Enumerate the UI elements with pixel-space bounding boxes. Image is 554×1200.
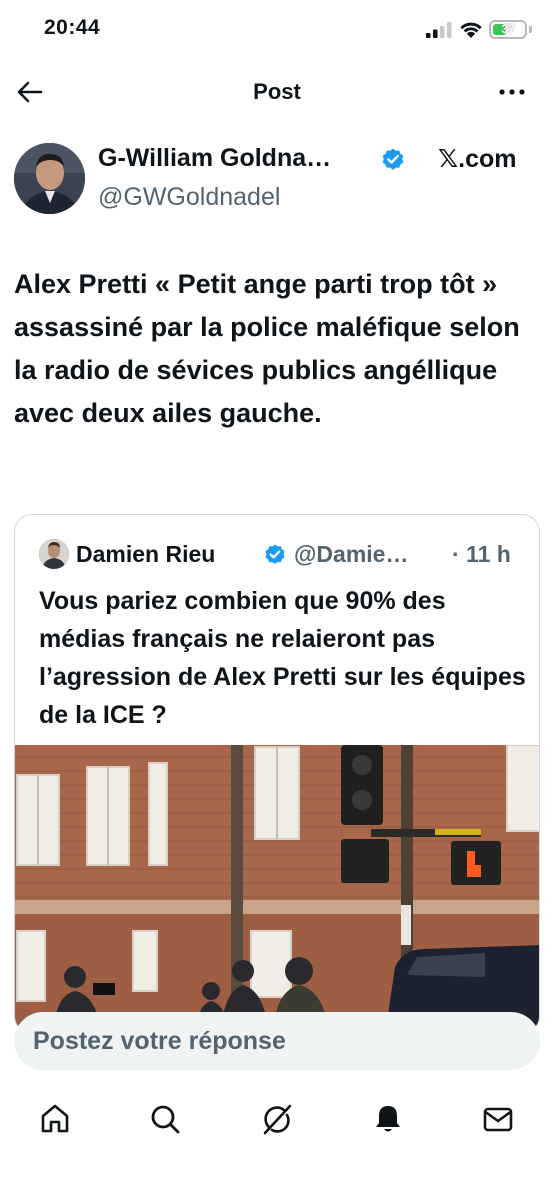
cellular-signal-icon bbox=[426, 22, 452, 38]
battery-icon: 37 bbox=[489, 20, 527, 39]
post-text: Alex Pretti « Petit ange parti trop tôt … bbox=[14, 269, 520, 428]
quote-author-avatar bbox=[39, 539, 69, 569]
quote-media-image[interactable] bbox=[15, 745, 539, 1033]
search-icon bbox=[151, 1105, 180, 1134]
home-icon bbox=[41, 1104, 69, 1133]
source-label: 𝕏.com bbox=[438, 145, 517, 173]
reply-input[interactable]: Postez votre réponse bbox=[14, 1012, 540, 1070]
battery-tip bbox=[529, 26, 532, 33]
status-bar: 20:44 37 bbox=[0, 0, 554, 62]
author-handle[interactable]: @GWGoldnadel bbox=[98, 183, 280, 212]
tab-notifications[interactable] bbox=[366, 1097, 410, 1141]
page-title: Post bbox=[253, 79, 301, 104]
more-horizontal-icon bbox=[499, 89, 525, 95]
author-name[interactable]: G-William Goldna… bbox=[98, 144, 331, 173]
bottom-tab-bar bbox=[0, 1085, 554, 1200]
quote-author-name: Damien Rieu bbox=[76, 541, 216, 567]
verified-badge-icon bbox=[382, 148, 404, 170]
quote-text: Vous pariez combien que 90% des médias f… bbox=[39, 587, 526, 729]
tab-grok[interactable] bbox=[255, 1097, 299, 1141]
nav-header: Post bbox=[0, 62, 554, 122]
more-options-button[interactable] bbox=[494, 76, 530, 108]
quote-timestamp: · 11 h bbox=[452, 541, 511, 567]
status-time: 20:44 bbox=[44, 16, 101, 39]
street-scene-photo bbox=[15, 745, 539, 1033]
quote-avatar-photo bbox=[39, 539, 69, 569]
avatar-photo bbox=[14, 143, 85, 214]
quote-verified-badge-icon bbox=[265, 544, 285, 564]
wifi-icon bbox=[460, 22, 482, 38]
grok-icon bbox=[263, 1104, 292, 1135]
tab-home[interactable] bbox=[33, 1097, 77, 1141]
reply-placeholder: Postez votre réponse bbox=[33, 1027, 286, 1055]
author-avatar[interactable] bbox=[14, 143, 85, 214]
battery-percent: 37 bbox=[501, 22, 515, 36]
tab-search[interactable] bbox=[143, 1097, 187, 1141]
quote-author-handle: @Damie… bbox=[294, 541, 409, 567]
tab-messages[interactable] bbox=[476, 1097, 520, 1141]
quoted-post-card[interactable]: Damien Rieu @Damie… · 11 h Vous pariez c… bbox=[14, 514, 540, 1034]
bell-icon bbox=[376, 1106, 400, 1132]
mail-icon bbox=[483, 1107, 513, 1132]
